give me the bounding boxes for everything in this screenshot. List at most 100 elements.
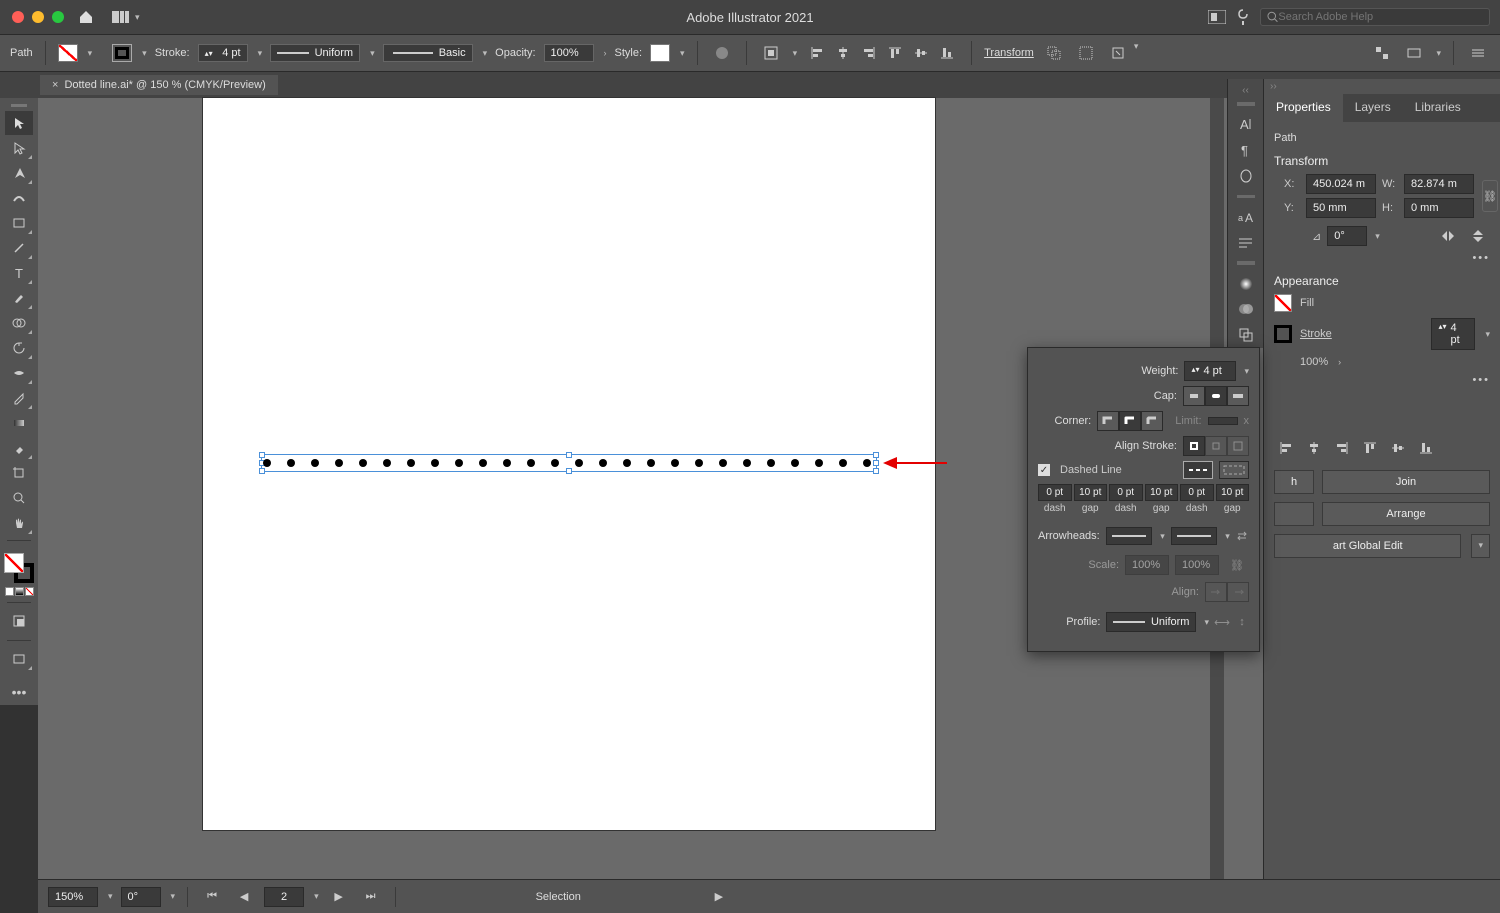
h-field[interactable]: 0 mm xyxy=(1404,198,1474,218)
workspace-switcher-icon[interactable] xyxy=(1208,10,1226,24)
rotate-field[interactable]: 0° xyxy=(1327,226,1367,246)
x-field[interactable]: 450.024 m xyxy=(1306,174,1376,194)
weight-field[interactable]: ▴▾4 pt xyxy=(1184,361,1236,381)
reference-point-grid[interactable] xyxy=(1274,185,1276,207)
chevron-down-icon[interactable]: ▾ xyxy=(88,48,93,59)
align-hcenter-icon[interactable] xyxy=(831,41,855,65)
style-swatch[interactable] xyxy=(650,44,670,62)
align-inside-icon[interactable] xyxy=(1205,436,1227,456)
direct-selection-tool[interactable] xyxy=(5,136,33,160)
align-vcenter-icon[interactable] xyxy=(909,41,933,65)
brush-field[interactable]: Basic xyxy=(383,44,473,62)
dash-2-field[interactable]: 0 pt xyxy=(1109,484,1143,501)
align-hcenter-icon[interactable] xyxy=(1302,436,1326,460)
edit-toolbar-icon[interactable]: ••• xyxy=(5,680,33,704)
stroke-swatch[interactable] xyxy=(1274,325,1292,343)
close-tab-icon[interactable]: × xyxy=(52,79,58,91)
align-top-icon[interactable] xyxy=(883,41,907,65)
miter-join-icon[interactable] xyxy=(1097,411,1119,431)
stroke-weight-field[interactable]: ⁠▴▾4 pt xyxy=(198,44,248,62)
home-button[interactable] xyxy=(78,9,94,25)
chevron-down-icon[interactable]: ▾ xyxy=(142,48,147,59)
tab-properties[interactable]: Properties xyxy=(1264,94,1343,122)
eraser-tool[interactable] xyxy=(5,436,33,460)
fill-swatch[interactable] xyxy=(58,44,78,62)
line-segment-tool[interactable] xyxy=(5,236,33,260)
zoom-tool[interactable] xyxy=(5,486,33,510)
shape-mode-icon[interactable] xyxy=(1042,41,1066,65)
paintbrush-tool[interactable] xyxy=(5,286,33,310)
align-right-icon[interactable] xyxy=(857,41,881,65)
opentype-panel-icon[interactable] xyxy=(1234,165,1258,187)
panel-grip-icon[interactable] xyxy=(11,104,27,107)
flip-across-icon[interactable]: ↕ xyxy=(1235,610,1249,634)
edit-contents-icon[interactable] xyxy=(1106,41,1130,65)
para-styles-panel-icon[interactable] xyxy=(1234,232,1258,254)
screen-mode-icon[interactable] xyxy=(5,647,33,671)
maximize-window-icon[interactable] xyxy=(52,11,64,23)
rotate-tool[interactable] xyxy=(5,336,33,360)
last-artboard-icon[interactable]: ⏭ xyxy=(359,885,383,909)
collapse-panels-icon[interactable]: ›› xyxy=(1264,79,1500,94)
artboard-tool[interactable] xyxy=(5,461,33,485)
bevel-join-icon[interactable] xyxy=(1141,411,1163,431)
gradient-panel-icon[interactable] xyxy=(1234,273,1258,295)
global-edit-button[interactable]: art Global Edit xyxy=(1274,534,1461,558)
miter-limit-field[interactable] xyxy=(1208,417,1238,425)
align-bottom-icon[interactable] xyxy=(935,41,959,65)
dashed-line-checkbox[interactable]: ✓ xyxy=(1038,464,1050,476)
opacity-field[interactable]: 100% xyxy=(544,44,594,62)
flip-h-icon[interactable] xyxy=(1436,224,1460,248)
flip-along-icon[interactable]: ⟷ xyxy=(1215,610,1229,634)
help-search-input[interactable] xyxy=(1278,11,1483,23)
flip-v-icon[interactable] xyxy=(1466,224,1490,248)
arrange-button[interactable]: Arrange xyxy=(1322,502,1490,526)
swap-arrowheads-icon[interactable] xyxy=(1236,524,1249,548)
rotate-view-field[interactable]: 0° xyxy=(121,887,161,907)
eyedropper-tool[interactable] xyxy=(5,386,33,410)
next-artboard-icon[interactable]: ▶ xyxy=(327,885,351,909)
arrow-start-dropdown[interactable] xyxy=(1106,527,1153,545)
pathfinder-panel-icon[interactable] xyxy=(1234,324,1258,346)
shape-builder-tool[interactable] xyxy=(5,311,33,335)
prev-artboard-icon[interactable]: ◀ xyxy=(232,885,256,909)
cap-round-icon[interactable] xyxy=(1205,386,1227,406)
y-field[interactable]: 50 mm xyxy=(1306,198,1376,218)
stroke-label[interactable]: Stroke: xyxy=(155,47,190,59)
dashed-line-label[interactable]: Dashed Line xyxy=(1060,464,1122,476)
round-join-icon[interactable] xyxy=(1119,411,1141,431)
transparency-panel-icon[interactable] xyxy=(1234,299,1258,321)
snap-pixel-icon[interactable] xyxy=(1370,41,1394,65)
dash-3-field[interactable]: 0 pt xyxy=(1180,484,1214,501)
draw-mode-icon[interactable] xyxy=(5,609,33,633)
align-right-icon[interactable] xyxy=(1330,436,1354,460)
align-outside-icon[interactable] xyxy=(1227,436,1249,456)
align-vcenter-icon[interactable] xyxy=(1386,436,1410,460)
tab-libraries[interactable]: Libraries xyxy=(1403,94,1473,122)
expand-panels-icon[interactable]: ‹‹ xyxy=(1242,85,1249,96)
blank-button[interactable] xyxy=(1274,502,1314,526)
type-tool[interactable]: T xyxy=(5,261,33,285)
gap-1-field[interactable]: 10 pt xyxy=(1074,484,1108,501)
pen-tool[interactable] xyxy=(5,161,33,185)
join-button[interactable]: Join xyxy=(1322,470,1490,494)
dash-1-field[interactable]: 0 pt xyxy=(1038,484,1072,501)
document-tab[interactable]: × Dotted line.ai* @ 150 % (CMYK/Preview) xyxy=(40,75,278,95)
preserve-exact-icon[interactable] xyxy=(1183,461,1213,479)
stroke-label[interactable]: Stroke xyxy=(1300,328,1332,340)
align-center-icon[interactable] xyxy=(1183,436,1205,456)
rectangle-tool[interactable] xyxy=(5,211,33,235)
fill-label[interactable]: Fill xyxy=(1300,297,1314,309)
paragraph-panel-icon[interactable]: ¶ xyxy=(1234,139,1258,161)
arrange-documents-button[interactable]: ▾ xyxy=(112,11,140,23)
artboard-nav-field[interactable]: 2 xyxy=(264,887,304,907)
constrain-proportions-icon[interactable]: ⛓ xyxy=(1482,180,1498,212)
align-top-icon[interactable] xyxy=(1358,436,1382,460)
width-tool[interactable] xyxy=(5,361,33,385)
minimize-window-icon[interactable] xyxy=(32,11,44,23)
align-corners-icon[interactable] xyxy=(1219,461,1249,479)
align-to-icon[interactable] xyxy=(1402,41,1426,65)
artboard[interactable] xyxy=(203,98,935,830)
curvature-tool[interactable] xyxy=(5,186,33,210)
zoom-field[interactable]: 150% xyxy=(48,887,98,907)
